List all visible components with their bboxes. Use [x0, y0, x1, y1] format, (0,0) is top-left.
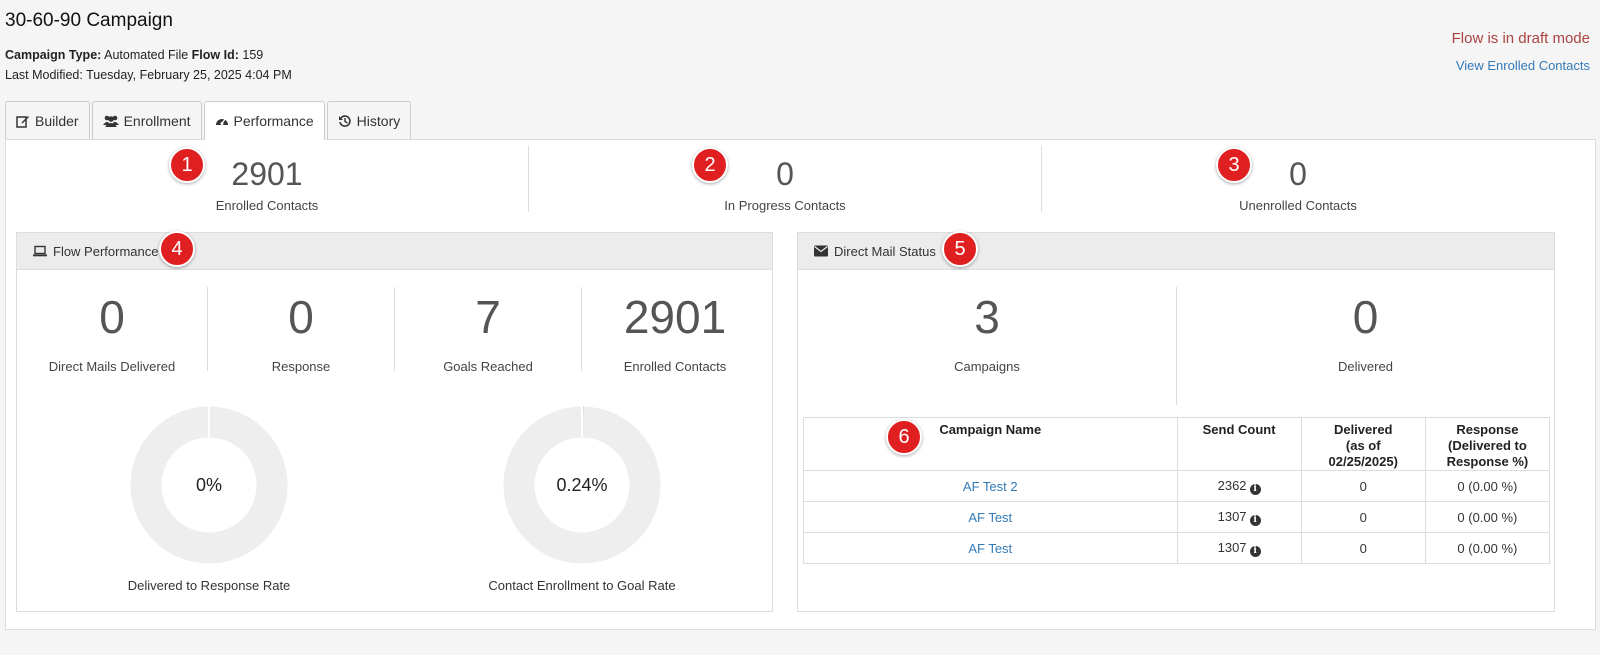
stat-value: 0: [1352, 291, 1379, 343]
campaign-link[interactable]: AF Test: [968, 541, 1012, 556]
summary-enrolled-value: 2901: [231, 156, 303, 192]
stat-direct-mails-delivered: 0 Direct Mails Delivered: [17, 290, 207, 374]
campaign-link[interactable]: AF Test: [968, 510, 1012, 525]
cell-response: 0 (0.00 %): [1424, 470, 1551, 502]
table-row: AF Test 1307 i 0 0 (0.00 %): [803, 532, 1551, 564]
donut-value: 0%: [195, 475, 222, 495]
flow-performance-title: Flow Performance: [53, 243, 159, 259]
stat-value: 2901: [623, 291, 727, 343]
summary-in-progress-label: In Progress Contacts: [724, 198, 846, 213]
cell-send-count: 2362 i: [1176, 470, 1302, 502]
stat-value: 0: [288, 291, 314, 343]
annotation-badge-2: 2: [692, 147, 728, 183]
edit-icon: [16, 115, 29, 128]
cell-delivered: 0: [1300, 501, 1426, 533]
table-row: AF Test 1307 i 0 0 (0.00 %): [803, 501, 1551, 533]
stat-label: Campaigns: [954, 359, 1020, 374]
stat-response: 0 Response: [208, 290, 394, 374]
tab-label: Enrollment: [123, 112, 191, 129]
direct-mail-title: Direct Mail Status: [834, 243, 936, 259]
stat-goals-reached: 7 Goals Reached: [395, 290, 581, 374]
tab-enrollment[interactable]: Enrollment: [91, 101, 202, 139]
dashboard-icon: [215, 118, 228, 125]
stat-label: Goals Reached: [443, 359, 533, 374]
stat-value: 0: [99, 291, 125, 343]
stat-label: Direct Mails Delivered: [48, 359, 176, 374]
summary-unenrolled-label: Unenrolled Contacts: [1239, 198, 1357, 213]
summary-unenrolled: 0 Unenrolled Contacts: [1042, 156, 1554, 213]
direct-mail-header: Direct Mail Status: [798, 233, 1554, 270]
send-count-value: 1307: [1217, 539, 1247, 555]
cell-campaign-name: AF Test 2: [803, 470, 1178, 502]
tab-performance[interactable]: Performance: [203, 101, 325, 140]
annotation-badge-1: 1: [169, 147, 205, 183]
col-header-send-count[interactable]: Send Count: [1176, 417, 1302, 471]
donut-caption: Delivered to Response Rate: [127, 578, 291, 593]
stat-label: Delivered: [1338, 359, 1393, 374]
users-icon: [102, 115, 119, 127]
summary-in-progress-value: 0: [776, 156, 794, 192]
info-icon[interactable]: i: [1249, 514, 1261, 526]
tab-label: Builder: [35, 112, 79, 129]
summary-in-progress: 0 In Progress Contacts: [529, 156, 1041, 213]
cell-delivered: 0: [1300, 470, 1426, 502]
summary-enrolled-label: Enrolled Contacts: [215, 198, 319, 213]
campaign-meta: Campaign Type: Automated File Flow Id: 1…: [5, 48, 263, 62]
page-title: 30-60-90 Campaign: [5, 10, 173, 31]
stat-campaigns: 3 Campaigns: [798, 290, 1176, 374]
campaign-link[interactable]: AF Test 2: [963, 479, 1018, 494]
info-icon[interactable]: i: [1249, 545, 1261, 557]
laptop-icon: [33, 245, 47, 257]
stat-delivered: 0 Delivered: [1177, 290, 1554, 374]
donut-value: 0.24%: [556, 475, 608, 495]
cell-campaign-name: AF Test: [803, 501, 1178, 533]
info-icon[interactable]: i: [1249, 483, 1261, 495]
tab-builder[interactable]: Builder: [5, 101, 90, 139]
cell-send-count: 1307 i: [1176, 532, 1302, 564]
view-enrolled-contacts-link[interactable]: View Enrolled Contacts: [1456, 58, 1590, 73]
envelope-icon: [814, 245, 828, 257]
flow-performance-header: Flow Performance: [17, 233, 772, 270]
annotation-badge-3: 3: [1216, 147, 1252, 183]
campaign-type-value: Automated File: [104, 48, 189, 62]
flow-id-value: 159: [242, 48, 264, 62]
cell-response: 0 (0.00 %): [1424, 501, 1551, 533]
donut-caption: Contact Enrollment to Goal Rate: [488, 578, 676, 593]
last-modified: Last Modified: Tuesday, February 25, 202…: [5, 68, 292, 82]
stat-enrolled-contacts: 2901 Enrolled Contacts: [582, 290, 768, 374]
cell-response: 0 (0.00 %): [1424, 532, 1551, 564]
stat-label: Response: [271, 359, 331, 374]
performance-panel: 2901 Enrolled Contacts 0 In Progress Con…: [5, 139, 1596, 630]
summary-unenrolled-value: 0: [1289, 156, 1307, 192]
stat-value: 7: [475, 291, 501, 343]
send-count-value: 1307: [1217, 508, 1247, 524]
col-header-campaign-name[interactable]: Campaign Name: [803, 417, 1178, 471]
annotation-badge-6: 6: [886, 419, 922, 455]
summary-enrolled: 2901 Enrolled Contacts: [6, 156, 528, 213]
cell-delivered: 0: [1300, 532, 1426, 564]
flow-id-label: Flow Id:: [191, 48, 239, 62]
flow-performance-panel: Flow Performance 0 Direct Mails Delivere…: [16, 232, 773, 612]
draft-status: Flow is in draft mode: [1451, 30, 1590, 47]
cell-campaign-name: AF Test: [803, 532, 1178, 564]
tab-label: History: [356, 112, 401, 129]
annotation-badge-4: 4: [159, 231, 195, 267]
tab-history[interactable]: History: [326, 101, 412, 139]
history-icon: [338, 114, 351, 127]
campaign-type-label: Campaign Type:: [5, 48, 102, 62]
col-header-response[interactable]: Response (Delivered to Response %): [1424, 417, 1551, 471]
stat-label: Enrolled Contacts: [623, 359, 727, 374]
tab-bar: Builder Enrollment Performance History: [5, 101, 413, 140]
tab-label: Performance: [233, 113, 314, 129]
stat-value: 3: [974, 291, 1000, 343]
cell-send-count: 1307 i: [1176, 501, 1302, 533]
send-count-value: 2362: [1217, 477, 1247, 493]
col-header-delivered[interactable]: Delivered (as of 02/25/2025): [1300, 417, 1426, 471]
annotation-badge-5: 5: [942, 231, 978, 267]
table-row: AF Test 2 2362 i 0 0 (0.00 %): [803, 470, 1551, 502]
